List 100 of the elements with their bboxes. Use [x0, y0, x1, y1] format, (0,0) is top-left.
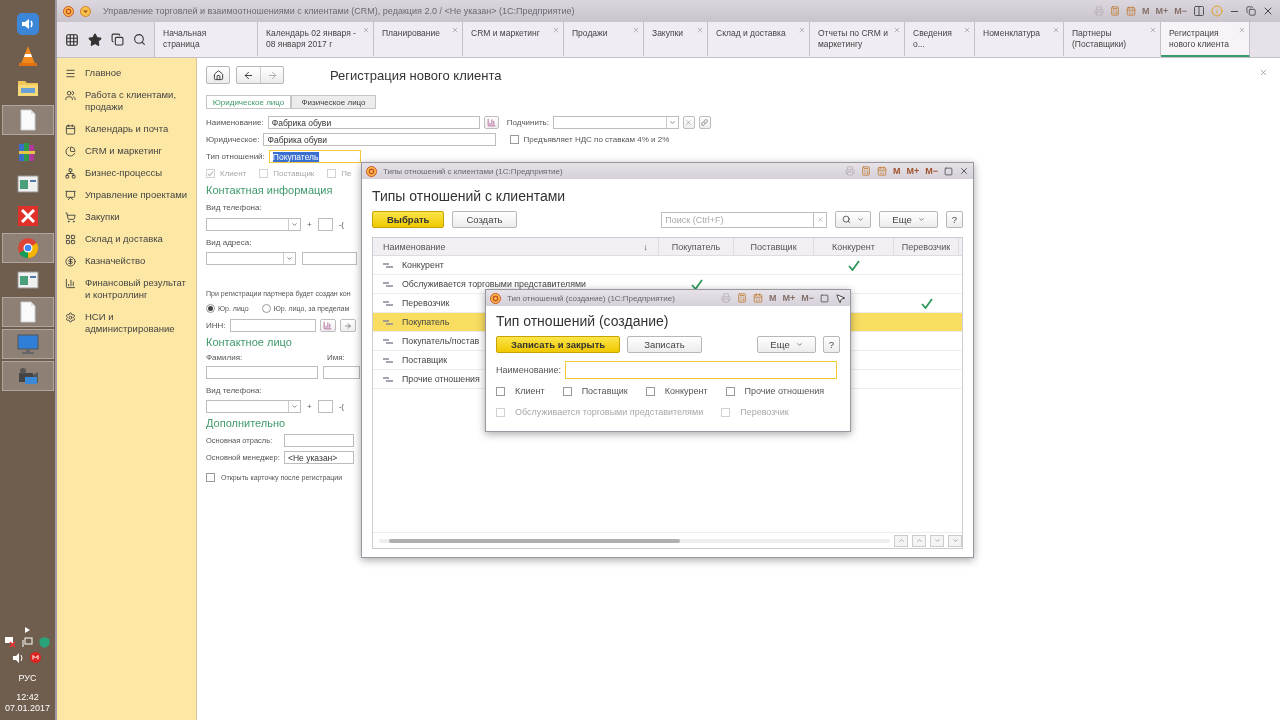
first-button[interactable]	[894, 534, 908, 547]
calculator-icon[interactable]	[736, 293, 747, 303]
tab[interactable]: Отчеты по CRM и маркетингу	[810, 22, 905, 57]
checkbox[interactable]	[510, 135, 520, 144]
close-icon[interactable]	[1262, 5, 1274, 17]
chart-button[interactable]	[319, 319, 336, 332]
menu-grid-icon[interactable]	[65, 32, 80, 47]
create-button[interactable]: Создать	[452, 211, 517, 228]
address-type-field[interactable]	[206, 252, 296, 265]
calculator-icon[interactable]	[1109, 6, 1120, 16]
fill-button[interactable]	[339, 319, 356, 332]
printer-icon[interactable]	[1093, 6, 1104, 16]
tab[interactable]: Закупки	[644, 22, 708, 57]
tab[interactable]: Сведения о...	[905, 22, 975, 57]
home-button[interactable]	[206, 66, 230, 84]
close-icon[interactable]	[959, 166, 969, 176]
address-field[interactable]	[302, 252, 357, 265]
calendar-icon[interactable]	[752, 293, 763, 303]
subordinate-field[interactable]	[552, 116, 679, 129]
sidebar-item[interactable]: Работа с клиентами, продажи	[57, 84, 196, 118]
relation-type-field[interactable]: Покупатель	[268, 150, 361, 163]
country-code-field[interactable]	[317, 218, 333, 231]
checkbox[interactable]	[206, 473, 215, 482]
open-button[interactable]	[698, 116, 711, 129]
dropdown-icon[interactable]	[80, 5, 91, 17]
select-button[interactable]: Выбрать	[372, 211, 445, 228]
sidebar-item[interactable]: НСИ и администрирование	[57, 306, 196, 340]
tab[interactable]: CRM и маркетинг	[463, 22, 564, 57]
sidebar-item[interactable]: CRM и маркетинг	[57, 140, 196, 162]
inn-field[interactable]	[229, 319, 316, 332]
help-button[interactable]: ?	[945, 211, 963, 228]
sidebar-item[interactable]: Управление проектами	[57, 184, 196, 206]
restore-icon[interactable]	[1246, 6, 1256, 16]
sidebar-item[interactable]: Склад и доставка	[57, 228, 196, 250]
column-header[interactable]: Поставщик	[734, 238, 814, 255]
calendar-icon[interactable]	[1125, 6, 1136, 16]
save-and-close-button[interactable]: Записать и закрыть	[496, 336, 621, 353]
last-button[interactable]	[948, 534, 962, 547]
tab[interactable]: Начальная страница	[155, 22, 258, 57]
expand-icon[interactable]	[25, 627, 30, 633]
tab[interactable]: Партнеры (Поставщики)	[1064, 22, 1161, 57]
column-header[interactable]: Перевозчик	[894, 238, 959, 255]
name-field[interactable]: Фабрика обуви	[267, 116, 480, 129]
manager-field[interactable]: <Не указан>	[284, 451, 354, 464]
country-code-field[interactable]	[317, 400, 333, 413]
sidebar-item[interactable]: Бизнес-процессы	[57, 162, 196, 184]
maximize-icon[interactable]	[820, 293, 829, 303]
phone-type-field[interactable]	[206, 218, 301, 231]
help-button[interactable]: ?	[822, 336, 840, 353]
clear-button[interactable]	[814, 211, 828, 228]
speaker-icon[interactable]	[15, 12, 40, 36]
monitor-icon[interactable]	[15, 332, 40, 356]
checkbox[interactable]	[562, 387, 572, 396]
window-icon[interactable]	[15, 172, 40, 196]
speaker-icon[interactable]	[13, 652, 25, 663]
tab[interactable]: Склад и доставка	[708, 22, 810, 57]
down-button[interactable]	[930, 534, 944, 547]
checkbox[interactable]	[645, 387, 655, 396]
sidebar-item[interactable]: Календарь и почта	[57, 118, 196, 140]
panels-icon[interactable]	[1193, 5, 1205, 17]
sidebar-item[interactable]: Финансовый результат и контроллинг	[57, 272, 196, 306]
tab[interactable]: Календарь 02 января - 08 января 2017 г	[258, 22, 374, 57]
sidebar-item[interactable]: Казначейство	[57, 250, 196, 272]
name-field[interactable]	[564, 361, 837, 379]
clear-button[interactable]	[682, 116, 695, 129]
language-indicator[interactable]: РУС	[18, 673, 37, 684]
sidebar-item[interactable]: Главное	[57, 62, 196, 84]
column-header[interactable]: Покупатель	[659, 238, 734, 255]
more-button[interactable]: Еще	[757, 336, 816, 353]
column-header[interactable]: Наименование ↓	[373, 238, 659, 255]
search-icon[interactable]	[132, 33, 146, 46]
maximize-icon[interactable]	[944, 166, 953, 176]
scrollbar[interactable]	[379, 538, 890, 543]
tab[interactable]: Номенклатура	[975, 22, 1064, 57]
shield-icon[interactable]	[39, 637, 50, 648]
more-button[interactable]: Еще	[879, 211, 938, 228]
last-name-field[interactable]	[206, 366, 318, 379]
info-icon[interactable]	[1211, 5, 1223, 17]
star-icon[interactable]	[88, 32, 103, 47]
person-type-tab[interactable]: Юридическое лицо	[206, 95, 291, 109]
checkbox[interactable]	[496, 387, 505, 396]
save-button[interactable]: Записать	[627, 336, 702, 353]
printer-icon[interactable]	[720, 293, 731, 303]
tab[interactable]: Планирование	[374, 22, 463, 57]
calculator-icon[interactable]	[860, 166, 871, 176]
column-header[interactable]: Конкурент	[814, 238, 894, 255]
memory-button[interactable]: M+	[906, 166, 920, 176]
sidebar-item[interactable]: Закупки	[57, 206, 196, 228]
cross-icon[interactable]	[15, 204, 40, 228]
calendar-icon[interactable]	[876, 166, 887, 176]
browser-icon[interactable]	[15, 236, 40, 260]
search-button[interactable]	[835, 211, 872, 228]
tab[interactable]: Регистрация нового клиента	[1161, 22, 1250, 57]
industry-field[interactable]	[284, 434, 354, 447]
tab[interactable]: Продажи	[564, 22, 644, 57]
person-type-tab[interactable]: Физическое лицо	[291, 95, 376, 109]
legal-name-field[interactable]: Фабрика обуви	[263, 133, 497, 146]
checkbox[interactable]	[725, 387, 735, 396]
up-button[interactable]	[912, 534, 926, 547]
printer-icon[interactable]	[844, 166, 855, 176]
